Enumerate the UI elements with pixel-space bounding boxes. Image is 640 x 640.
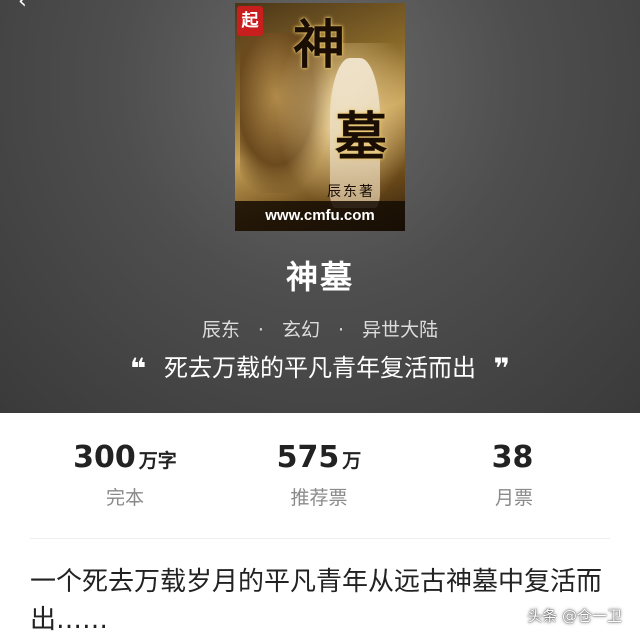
stat-value: 300 (73, 440, 136, 475)
genre-link[interactable]: 玄幻 (282, 315, 320, 342)
meta-separator: · (338, 319, 345, 341)
meta-separator: · (257, 319, 264, 341)
cover-title-char: 神 (293, 15, 346, 76)
book-tagline: ❝ 死去万载的平凡青年复活而出 ❞ (0, 348, 640, 385)
stat-word-count: 300 万字 完本 (35, 440, 215, 510)
open-quote-icon: ❝ (129, 352, 147, 385)
stat-label: 月票 (494, 487, 533, 509)
author-link[interactable]: 辰东 (202, 315, 240, 342)
stat-value: 575 (276, 440, 340, 475)
stat-recommend-votes[interactable]: 575 万 推荐票 (229, 440, 409, 510)
close-quote-icon: ❞ (493, 352, 511, 385)
book-cover[interactable]: 起 神 墓 辰东著 www.cmfu.com (235, 3, 405, 231)
subgenre-link[interactable]: 异世大陆 (362, 315, 438, 342)
book-meta: 辰东 · 玄幻 · 异世大陆 (0, 315, 640, 342)
stat-label: 完本 (105, 487, 144, 509)
book-title: 神墓 (285, 258, 354, 296)
back-arrow-icon[interactable]: ‹ (18, 0, 44, 13)
tagline-text: 死去万载的平凡青年复活而出 (164, 354, 476, 382)
cover-title-char: 墓 (335, 107, 388, 168)
stat-label: 推荐票 (290, 487, 348, 509)
stat-unit: 万 (342, 450, 362, 472)
book-stats: 300 万字 完本 575 万 推荐票 38 月票 (0, 440, 640, 520)
stat-value: 38 (491, 440, 534, 475)
cover-badge: 起 (237, 6, 263, 36)
stat-monthly-votes[interactable]: 38 月票 (424, 440, 604, 510)
section-divider (30, 538, 610, 539)
stat-unit: 万字 (138, 450, 177, 472)
book-description[interactable]: 一个死去万载岁月的平凡青年从远古神墓中复活而出…… (30, 563, 620, 639)
cover-url: www.cmfu.com (235, 201, 405, 231)
book-hero: ‹ 起 神 墓 辰东著 www.cmfu.com 神墓 辰东 · 玄幻 · 异世… (0, 0, 640, 413)
cover-author: 辰东著 (327, 184, 375, 200)
watermark: 头条 @仓一卫 (527, 607, 622, 625)
